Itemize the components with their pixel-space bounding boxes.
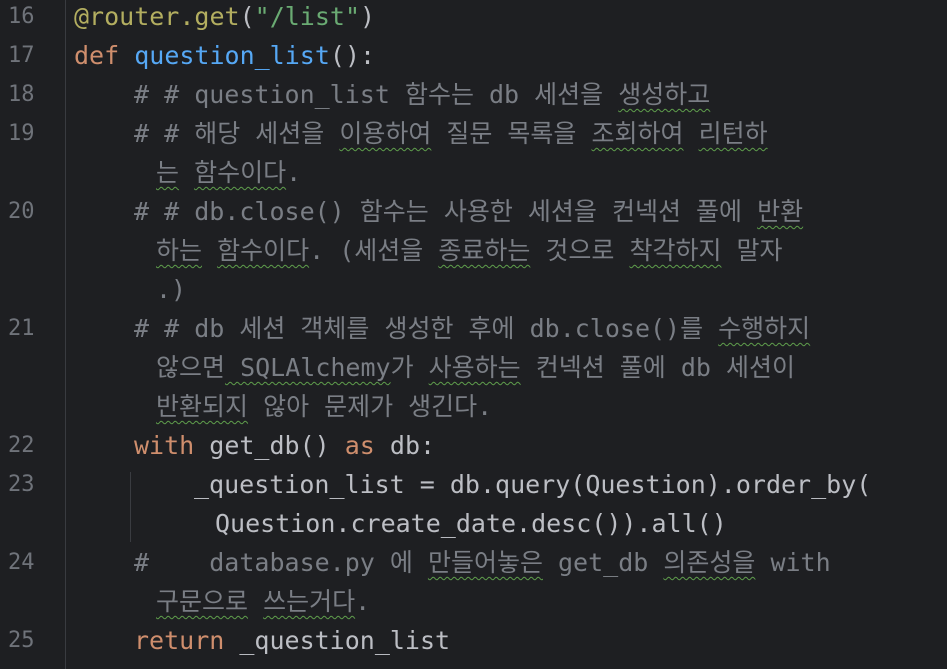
spellcheck-word: 함수이다	[217, 236, 310, 265]
spellcheck-word: 반환	[757, 197, 804, 226]
comment-text: .)	[156, 275, 187, 304]
code-line-23-wrap: Question.create_date.desc()).all()	[215, 504, 727, 543]
target-variable: db:	[374, 431, 436, 460]
comment-line-24-wrap: 구문으로 쓰는거다.	[156, 582, 370, 621]
line-number: 23	[8, 472, 35, 497]
with-keyword: with	[134, 431, 195, 460]
comment-text: 후에 db.close()를	[453, 314, 719, 343]
indent-guide	[130, 472, 131, 542]
comment-text: 함수는	[404, 80, 474, 109]
paren: )	[360, 2, 376, 31]
spellcheck-word: 사용하는	[428, 353, 521, 382]
comment-text: # # question_list	[134, 80, 405, 109]
comment-line-18: # # question_list 함수는 db 세션을 생성하고	[134, 75, 710, 114]
comment-text: 가	[390, 353, 414, 382]
comment-text: 않아 문제가 생긴다.	[248, 392, 493, 421]
comment-line-21-wrap2: 반환되지 않아 문제가 생긴다.	[156, 387, 492, 426]
call-expression: get_db()	[194, 431, 345, 460]
comment-line-20: # # db.close() 함수는 사용한 세션을 컨넥션 풀에 반환	[134, 192, 803, 231]
function-name: question_list	[134, 41, 330, 70]
spellcheck-word: 의존성을	[663, 548, 756, 577]
assignment-statement: _question_list = db.query(Question).orde…	[194, 470, 872, 499]
comment-text: .	[355, 587, 371, 616]
comment-line-20-wrap: 하는 함수이다. (세션을 종료하는 것으로 착각하지 말자	[156, 231, 783, 270]
spellcheck-word: 하는	[156, 236, 203, 265]
comment-line-24: # database.py 에 만들어놓은 get_db 의존성을 with	[134, 543, 831, 582]
code-line-17: def question_list():	[74, 36, 375, 75]
code-area[interactable]: @router.get("/list") def question_list()…	[74, 0, 947, 669]
line-number-gutter: 16 17 18 19 20 21 22 23 24 25	[0, 0, 66, 669]
comment-text: 것으로	[530, 236, 630, 265]
comment-text: 말자	[721, 236, 783, 265]
spellcheck-word: 조회하여	[591, 119, 684, 148]
comment-text	[414, 353, 429, 382]
comment-text	[429, 197, 444, 226]
comment-text: 함수는	[359, 197, 429, 226]
line-number: 18	[8, 82, 35, 107]
line-number: 21	[8, 316, 35, 341]
comment-line-19: # # 해당 세션을 이용하여 질문 목록을 조회하여 리턴하	[134, 114, 768, 153]
comment-line-21: # # db 세션 객체를 생성한 후에 db.close()를 수행하지	[134, 309, 810, 348]
spellcheck-word: 수행하지	[718, 314, 811, 343]
code-line-25: return _question_list	[134, 621, 450, 660]
as-keyword: as	[344, 431, 375, 460]
line-number: 25	[8, 628, 35, 653]
comment-text: 컨넥션 풀에 db 세션이	[520, 353, 795, 382]
comment-text: 사용한	[443, 197, 513, 226]
comment-line-21-wrap: 않으면 SQLAlchemy가 사용하는 컨넥션 풀에 db 세션이	[156, 348, 795, 387]
comment-text: get_db	[542, 548, 664, 577]
line-number: 17	[8, 43, 35, 68]
line-number: 19	[8, 121, 35, 146]
comment-text	[202, 236, 217, 265]
line-number: 20	[8, 199, 35, 224]
comment-line-19-wrap: 는 함수이다.	[156, 153, 301, 192]
comment-text: db 세션을	[473, 80, 619, 109]
code-line-16: @router.get("/list")	[74, 0, 375, 36]
spellcheck-word: 만들어놓은	[427, 548, 543, 577]
comment-line-20-wrap2: .)	[156, 270, 186, 309]
spellcheck-word: 반환되지	[156, 392, 249, 421]
spellcheck-word: 종료하는	[438, 236, 531, 265]
code-line-23: _question_list = db.query(Question).orde…	[194, 465, 871, 504]
comment-text: .	[286, 158, 302, 187]
return-keyword: return	[134, 626, 225, 655]
code-line-22: with get_db() as db:	[134, 426, 435, 465]
comment-text	[179, 158, 194, 187]
spellcheck-word: SQLAlchemy	[225, 353, 391, 382]
comment-text	[248, 587, 263, 616]
comment-text: # # 해당 세션을	[134, 119, 340, 148]
spellcheck-word: 이용하여	[339, 119, 432, 148]
comment-text: 질문 목록을	[431, 119, 592, 148]
function-signature: ():	[329, 41, 376, 70]
comment-text	[684, 119, 699, 148]
def-keyword: def	[74, 41, 120, 70]
spellcheck-word: 생성하고	[618, 80, 711, 109]
line-number: 22	[8, 433, 35, 458]
spellcheck-word: 착각하지	[629, 236, 722, 265]
line-number: 16	[8, 4, 35, 29]
comment-text: with	[755, 548, 831, 577]
spellcheck-word: 구문으로	[156, 587, 249, 616]
spellcheck-word: 쓰는거다	[263, 587, 356, 616]
line-number: 24	[8, 550, 35, 575]
comment-text: . (세션을	[309, 236, 439, 265]
decorator: @router.get	[74, 2, 240, 31]
comment-text: # # db.close()	[134, 197, 360, 226]
comment-text: # database.py 에	[134, 548, 428, 577]
route-path-string: "/list"	[254, 2, 360, 31]
comment-text: 세션을 컨넥션 풀에	[512, 197, 758, 226]
comment-text: 않으면	[156, 353, 226, 382]
spellcheck-word: 함수이다	[194, 158, 287, 187]
comment-text: # # db 세션 객체를	[134, 314, 385, 343]
code-editor[interactable]: 16 17 18 19 20 21 22 23 24 25 @router.ge…	[0, 0, 947, 669]
spellcheck-word: 는	[156, 158, 180, 187]
comment-text: 생성한	[384, 314, 454, 343]
assignment-continuation: Question.create_date.desc()).all()	[215, 509, 727, 538]
spellcheck-word: 리턴하	[698, 119, 768, 148]
return-value: _question_list	[224, 626, 451, 655]
paren: (	[239, 2, 255, 31]
